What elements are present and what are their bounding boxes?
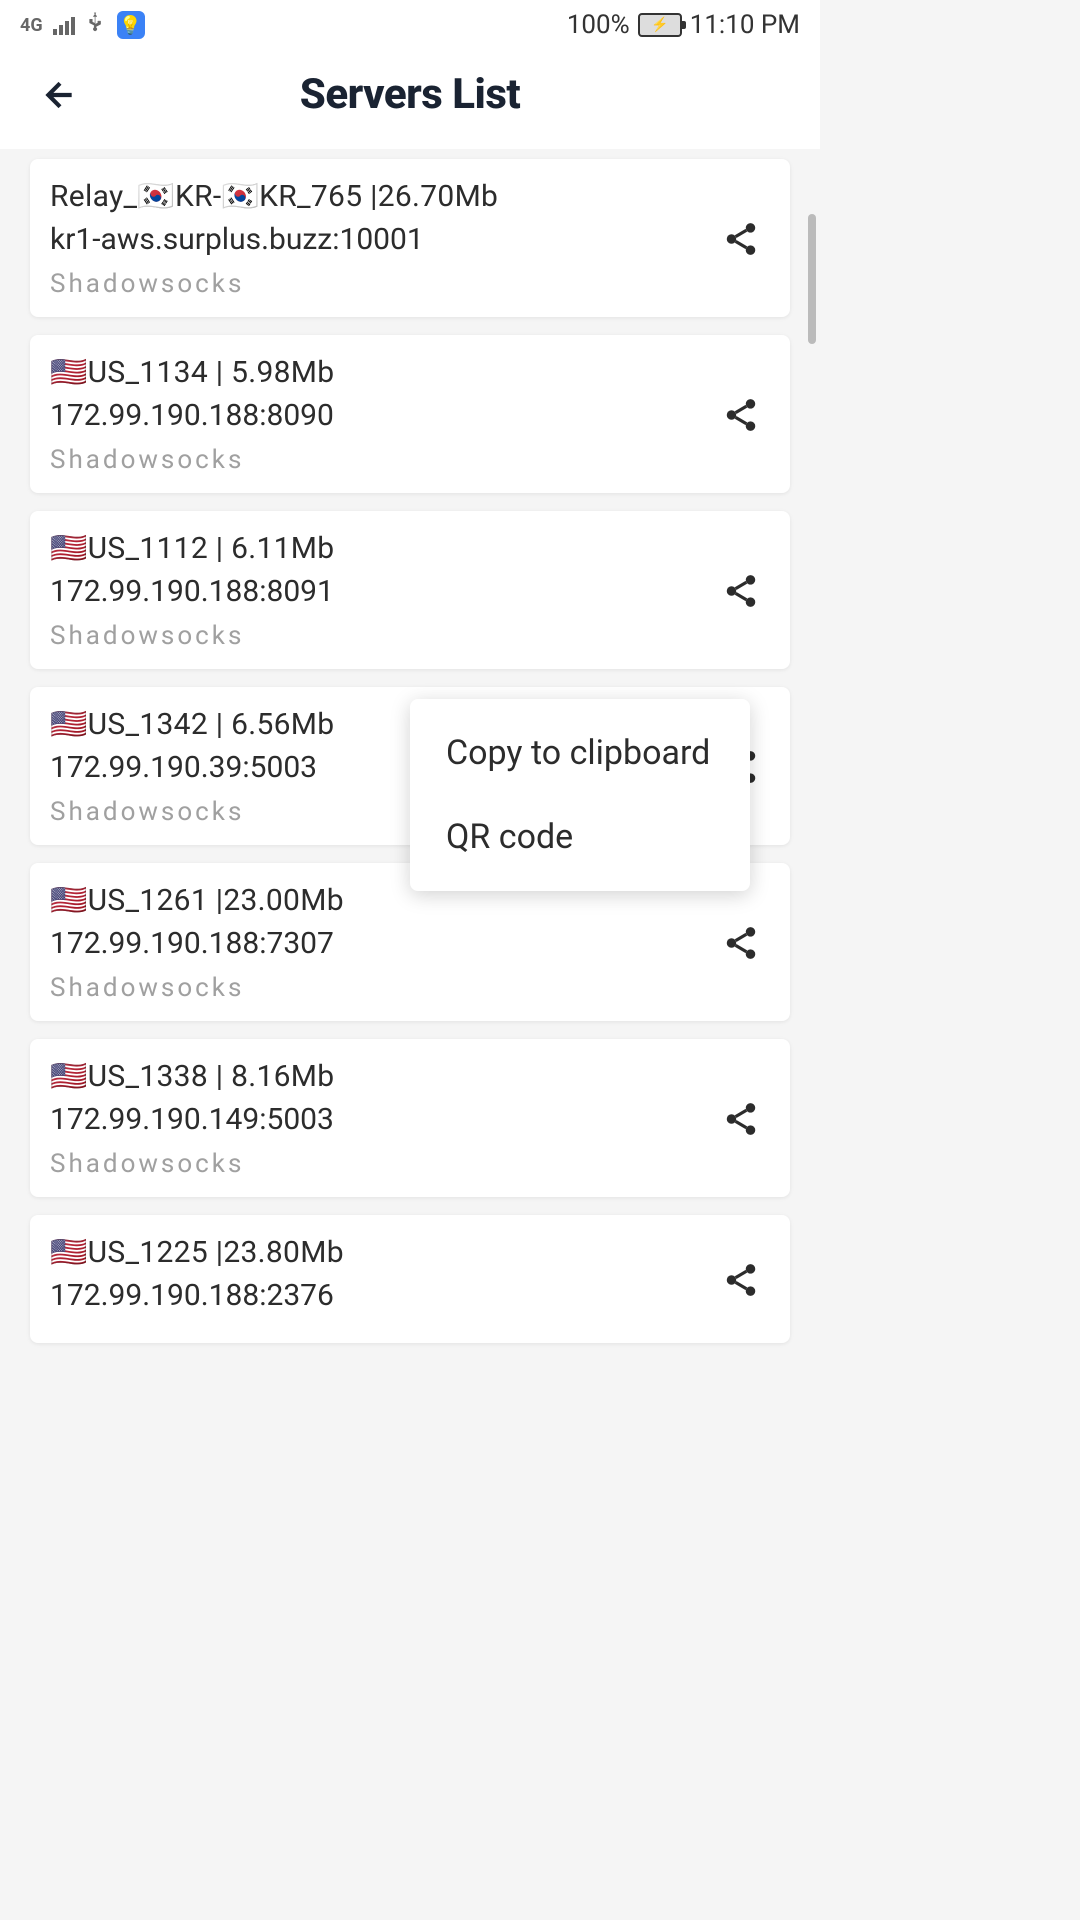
server-name: 🇺🇸US_1338 | 8.16Mb bbox=[50, 1059, 712, 1094]
usb-icon bbox=[85, 11, 107, 39]
server-name: 🇺🇸US_1112 | 6.11Mb bbox=[50, 531, 712, 566]
signal-strength-icon bbox=[53, 15, 75, 35]
status-bar: 4G 💡 100% ⚡ 11:10 PM bbox=[0, 0, 820, 50]
server-protocol: Shadowsocks bbox=[50, 269, 712, 299]
server-info: 🇺🇸US_1112 | 6.11Mb 172.99.190.188:8091 S… bbox=[50, 531, 712, 651]
server-protocol: Shadowsocks bbox=[50, 973, 712, 1003]
server-address: 172.99.190.188:8090 bbox=[50, 398, 712, 433]
server-info: 🇺🇸US_1225 |23.80Mb 172.99.190.188:2376 bbox=[50, 1235, 712, 1325]
server-address: 172.99.190.188:8091 bbox=[50, 574, 712, 609]
server-info: 🇺🇸US_1134 | 5.98Mb 172.99.190.188:8090 S… bbox=[50, 355, 712, 475]
status-right: 100% ⚡ 11:10 PM bbox=[567, 10, 800, 40]
app-header: Servers List bbox=[0, 50, 820, 149]
server-address: 172.99.190.188:2376 bbox=[50, 1278, 712, 1313]
server-card[interactable]: 🇺🇸US_1225 |23.80Mb 172.99.190.188:2376 bbox=[30, 1215, 790, 1343]
server-info: 🇺🇸US_1261 |23.00Mb 172.99.190.188:7307 S… bbox=[50, 883, 712, 1003]
share-button[interactable] bbox=[712, 1251, 770, 1309]
page-title: Servers List bbox=[300, 70, 521, 119]
share-button[interactable] bbox=[712, 210, 770, 268]
server-protocol: Shadowsocks bbox=[50, 445, 712, 475]
qr-code-item[interactable]: QR code bbox=[410, 795, 750, 879]
server-address: 172.99.190.188:7307 bbox=[50, 926, 712, 961]
server-info: Relay_🇰🇷KR-🇰🇷KR_765 |26.70Mb kr1-aws.sur… bbox=[50, 179, 712, 299]
server-protocol: Shadowsocks bbox=[50, 1149, 712, 1179]
server-name: 🇺🇸US_1225 |23.80Mb bbox=[50, 1235, 712, 1270]
server-name: 🇺🇸US_1134 | 5.98Mb bbox=[50, 355, 712, 390]
server-card[interactable]: 🇺🇸US_1338 | 8.16Mb 172.99.190.149:5003 S… bbox=[30, 1039, 790, 1197]
server-info: 🇺🇸US_1338 | 8.16Mb 172.99.190.149:5003 S… bbox=[50, 1059, 712, 1179]
battery-percent: 100% bbox=[567, 10, 630, 40]
network-type-4g: 4G bbox=[20, 15, 43, 36]
server-card[interactable]: 🇺🇸US_1112 | 6.11Mb 172.99.190.188:8091 S… bbox=[30, 511, 790, 669]
server-name: Relay_🇰🇷KR-🇰🇷KR_765 |26.70Mb bbox=[50, 179, 712, 214]
server-protocol: Shadowsocks bbox=[50, 621, 712, 651]
share-button[interactable] bbox=[712, 562, 770, 620]
share-button[interactable] bbox=[712, 914, 770, 972]
server-address: kr1-aws.surplus.buzz:10001 bbox=[50, 222, 712, 257]
back-button[interactable] bbox=[40, 75, 80, 125]
status-left: 4G 💡 bbox=[20, 11, 145, 39]
server-card[interactable]: Relay_🇰🇷KR-🇰🇷KR_765 |26.70Mb kr1-aws.sur… bbox=[30, 159, 790, 317]
share-context-menu: Copy to clipboard QR code bbox=[410, 699, 750, 891]
battery-icon: ⚡ bbox=[638, 13, 682, 37]
share-button[interactable] bbox=[712, 386, 770, 444]
server-card[interactable]: 🇺🇸US_1134 | 5.98Mb 172.99.190.188:8090 S… bbox=[30, 335, 790, 493]
copy-to-clipboard-item[interactable]: Copy to clipboard bbox=[410, 711, 750, 795]
lightbulb-icon: 💡 bbox=[117, 11, 145, 39]
scrollbar-thumb[interactable] bbox=[808, 214, 816, 344]
server-address: 172.99.190.149:5003 bbox=[50, 1102, 712, 1137]
server-list: Relay_🇰🇷KR-🇰🇷KR_765 |26.70Mb kr1-aws.sur… bbox=[0, 149, 820, 1353]
clock-time: 11:10 PM bbox=[690, 10, 800, 40]
share-button[interactable] bbox=[712, 1090, 770, 1148]
